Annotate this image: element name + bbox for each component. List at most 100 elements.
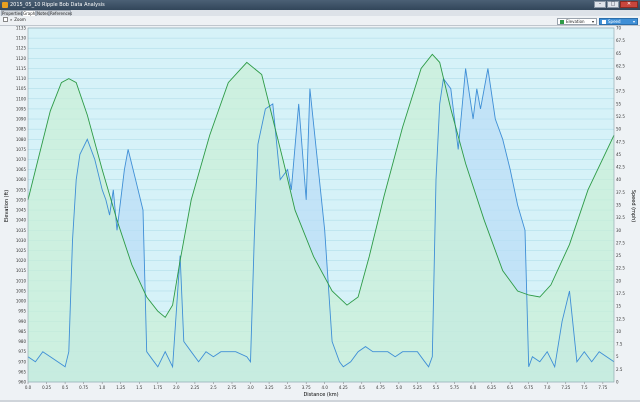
x-tick-label: 5.5 bbox=[433, 385, 440, 390]
x-tick-label: 1.75 bbox=[153, 385, 162, 390]
y-right-tick-label: 17.5 bbox=[616, 291, 625, 296]
title-bar: 2015_05_10 Ripple Bob Data Analysis – □ … bbox=[0, 0, 640, 10]
left-axis-label: Elevation (ft) bbox=[4, 190, 10, 222]
y-left-tick-label: 985 bbox=[18, 329, 26, 334]
maximize-button[interactable]: □ bbox=[607, 1, 619, 8]
y-right-tick-label: 40 bbox=[616, 177, 622, 182]
y-right-tick-label: 32.5 bbox=[616, 215, 625, 220]
y-right-tick-label: 45 bbox=[616, 152, 622, 157]
x-tick-label: 2.0 bbox=[173, 385, 180, 390]
y-right-tick-label: 35 bbox=[616, 203, 622, 208]
y-right-tick-label: 10 bbox=[616, 329, 622, 334]
right-series-select[interactable]: Speed ▾ bbox=[599, 18, 638, 25]
y-left-tick-label: 1035 bbox=[16, 228, 27, 233]
y-right-tick-label: 65 bbox=[616, 51, 622, 56]
y-left-tick-label: 1020 bbox=[16, 258, 27, 263]
x-tick-label: 6.25 bbox=[487, 385, 496, 390]
y-left-tick-label: 1010 bbox=[16, 278, 27, 283]
x-tick-label: 6.0 bbox=[470, 385, 477, 390]
y-right-tick-label: 42.5 bbox=[616, 165, 625, 170]
y-right-tick-label: 7.5 bbox=[616, 342, 623, 347]
x-tick-label: 3.25 bbox=[265, 385, 274, 390]
speed-swatch bbox=[602, 20, 606, 24]
close-button[interactable]: ✕ bbox=[620, 1, 638, 8]
y-left-tick-label: 995 bbox=[18, 309, 26, 314]
x-tick-label: 1.25 bbox=[116, 385, 125, 390]
y-right-tick-label: 5 bbox=[616, 354, 619, 359]
left-series-label: Elevation bbox=[566, 19, 585, 24]
x-tick-label: 4.25 bbox=[339, 385, 348, 390]
x-tick-label: 4.75 bbox=[376, 385, 385, 390]
x-tick-label: 5.0 bbox=[396, 385, 403, 390]
y-left-tick-label: 1040 bbox=[16, 218, 27, 223]
x-tick-label: 7.0 bbox=[544, 385, 551, 390]
y-right-tick-label: 70 bbox=[616, 26, 622, 31]
y-right-tick-label: 25 bbox=[616, 253, 622, 258]
y-left-tick-label: 1120 bbox=[16, 56, 27, 61]
y-left-tick-label: 1080 bbox=[16, 137, 27, 142]
graph-panel: 960 965 970 975 980 985 990 995 1000 1005 1010 1015… bbox=[0, 26, 640, 400]
x-tick-label: 7.25 bbox=[561, 385, 570, 390]
y-left-tick-label: 1085 bbox=[16, 127, 27, 132]
y-left-tick-label: 1095 bbox=[16, 106, 27, 111]
x-tick-label: 2.25 bbox=[190, 385, 199, 390]
y-left-tick-label: 1105 bbox=[16, 86, 27, 91]
chevron-down-icon: ▾ bbox=[591, 19, 594, 24]
y-right-tick-label: 50 bbox=[616, 127, 622, 132]
right-axis-label: Speed (mph) bbox=[630, 190, 636, 222]
y-left-tick-label: 975 bbox=[18, 349, 26, 354]
y-left-tick-label: 1090 bbox=[16, 117, 27, 122]
y-left-tick-label: 1115 bbox=[16, 66, 27, 71]
y-left-tick-label: 1070 bbox=[16, 157, 27, 162]
y-right-tick-label: 57.5 bbox=[616, 89, 625, 94]
y-left-tick-label: 1025 bbox=[16, 248, 27, 253]
y-right-tick-label: 22.5 bbox=[616, 266, 625, 271]
zoom-checkbox[interactable] bbox=[3, 17, 8, 22]
y-left-tick-label: 965 bbox=[18, 369, 26, 374]
y-left-tick-label: 1015 bbox=[16, 268, 27, 273]
y-left-tick-label: 990 bbox=[18, 319, 26, 324]
y-right-tick-label: 47.5 bbox=[616, 139, 625, 144]
y-left-tick-label: 1055 bbox=[16, 187, 27, 192]
x-tick-label: 6.5 bbox=[507, 385, 514, 390]
y-left-tick-label: 1030 bbox=[16, 238, 27, 243]
window-controls: – □ ✕ bbox=[594, 1, 638, 8]
y-right-tick-label: 12.5 bbox=[616, 316, 625, 321]
x-tick-label: 0.5 bbox=[62, 385, 69, 390]
chevron-down-icon: ▾ bbox=[632, 19, 635, 24]
window-title: 2015_05_10 Ripple Bob Data Analysis bbox=[10, 2, 105, 8]
y-right-tick-label: 0 bbox=[616, 380, 619, 385]
x-tick-label: 3.5 bbox=[284, 385, 291, 390]
x-tick-label: 5.25 bbox=[413, 385, 422, 390]
y-right-tick-label: 37.5 bbox=[616, 190, 625, 195]
y-left-tick-label: 1100 bbox=[16, 96, 27, 101]
y-left-tick-label: 980 bbox=[18, 339, 26, 344]
y-right-tick-label: 52.5 bbox=[616, 114, 625, 119]
x-tick-label: 0.25 bbox=[42, 385, 51, 390]
x-axis-label: Distance (km) bbox=[303, 392, 338, 398]
x-tick-label: 4.0 bbox=[322, 385, 329, 390]
y-right-tick-label: 20 bbox=[616, 278, 622, 283]
x-tick-label: 1.5 bbox=[136, 385, 143, 390]
zoom-icon: ⌕ bbox=[10, 17, 13, 22]
x-tick-label: 0.0 bbox=[25, 385, 32, 390]
x-tick-label: 7.5 bbox=[581, 385, 588, 390]
y-left-tick-label: 1125 bbox=[16, 46, 27, 51]
y-left-tick-label: 1045 bbox=[16, 208, 27, 213]
minimize-button[interactable]: – bbox=[594, 1, 606, 8]
y-right-tick-label: 67.5 bbox=[616, 38, 625, 43]
x-tick-label: 1.0 bbox=[99, 385, 106, 390]
y-right-tick-label: 60 bbox=[616, 76, 622, 81]
elevation-speed-chart[interactable]: 9609659709759809859909951000100510101015… bbox=[0, 26, 640, 400]
zoom-toggle[interactable]: ⌕ Zoom bbox=[3, 17, 26, 22]
y-left-tick-label: 1130 bbox=[16, 36, 27, 41]
elevation-swatch bbox=[560, 20, 564, 24]
x-tick-label: 5.75 bbox=[450, 385, 459, 390]
y-left-tick-label: 1005 bbox=[16, 288, 27, 293]
y-right-tick-label: 30 bbox=[616, 228, 622, 233]
x-tick-label: 3.75 bbox=[302, 385, 311, 390]
y-left-tick-label: 1060 bbox=[16, 177, 27, 182]
y-left-tick-label: 1065 bbox=[16, 167, 27, 172]
left-series-select[interactable]: Elevation ▾ bbox=[557, 18, 597, 25]
graph-toolbar: ⌕ Zoom Elevation ▾ Speed ▾ bbox=[0, 16, 640, 26]
